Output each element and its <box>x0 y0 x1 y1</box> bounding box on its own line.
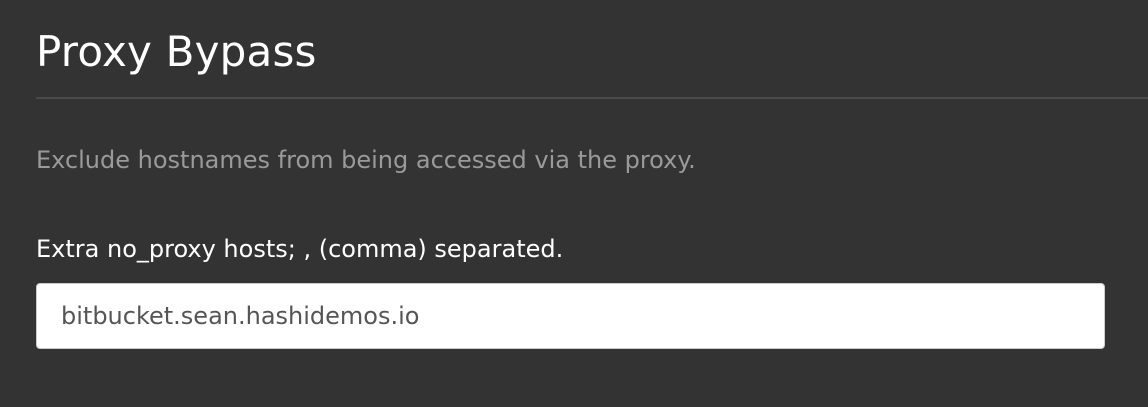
proxy-bypass-panel: Proxy Bypass Exclude hostnames from bein… <box>36 0 1148 407</box>
title-divider <box>36 97 1148 99</box>
no-proxy-hosts-input[interactable] <box>36 283 1105 349</box>
section-description: Exclude hostnames from being accessed vi… <box>36 146 696 174</box>
no-proxy-label: Extra no_proxy hosts; , (comma) separate… <box>36 235 564 263</box>
page-title: Proxy Bypass <box>36 27 317 76</box>
